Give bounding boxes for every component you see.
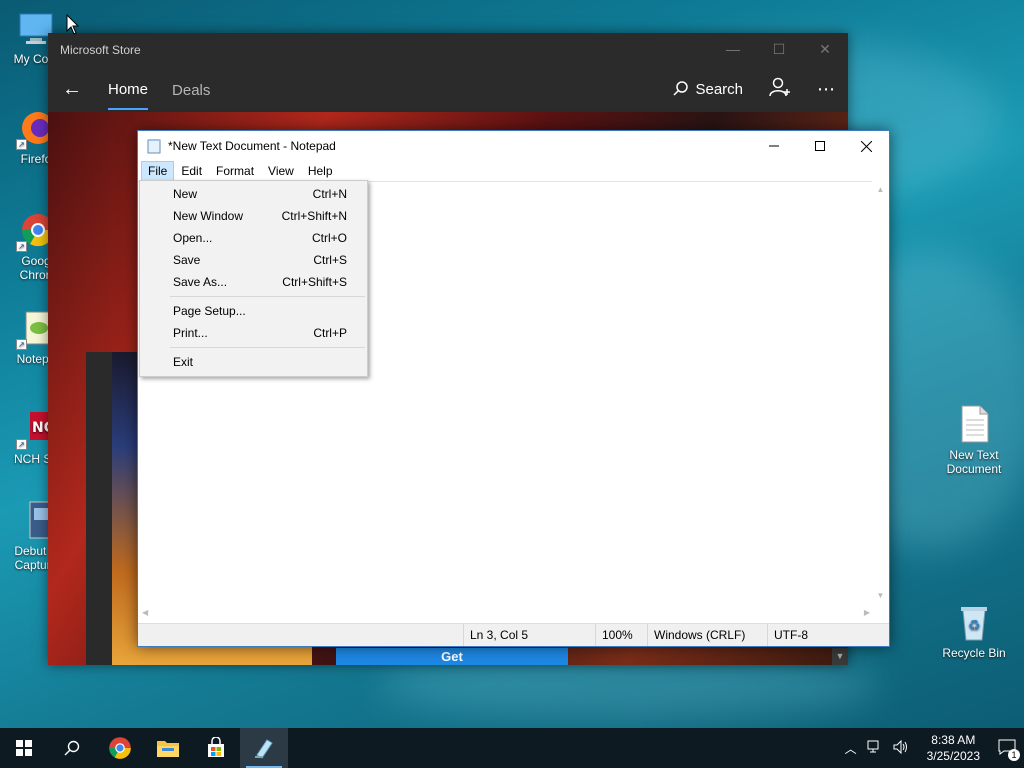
desktop-icon-label: Recycle Bin bbox=[942, 646, 1006, 660]
store-minimize-button[interactable]: — bbox=[710, 41, 756, 58]
store-nav-bar: ← Home Deals Search ⋯ bbox=[48, 66, 848, 112]
store-search-label: Search bbox=[695, 80, 743, 98]
network-icon[interactable] bbox=[867, 740, 883, 757]
notepad-menubar: File Edit Format View Help bbox=[138, 161, 889, 181]
taskbar-microsoft-store[interactable] bbox=[192, 728, 240, 768]
desktop-icon-new-text-document[interactable]: New Text Document bbox=[938, 404, 1010, 476]
scroll-left-icon[interactable]: ◀ bbox=[142, 604, 148, 621]
status-cursor-position: Ln 3, Col 5 bbox=[463, 624, 595, 646]
menu-separator bbox=[170, 347, 365, 348]
account-icon[interactable] bbox=[769, 77, 791, 101]
menu-item-save[interactable]: Save Ctrl+S bbox=[140, 249, 367, 271]
taskbar-search-button[interactable] bbox=[48, 728, 96, 768]
notepad-maximize-button[interactable] bbox=[797, 131, 843, 161]
scroll-up-icon[interactable]: ▲ bbox=[872, 181, 889, 198]
shortcut-arrow-icon: ↗ bbox=[16, 339, 27, 350]
status-encoding: UTF-8 bbox=[767, 624, 877, 646]
store-search-button[interactable]: Search bbox=[673, 81, 743, 98]
store-close-button[interactable]: ✕ bbox=[802, 41, 848, 58]
clock-date: 3/25/2023 bbox=[926, 749, 980, 763]
taskbar-clock[interactable]: 8:38 AM 3/25/2023 bbox=[919, 732, 988, 764]
menu-separator bbox=[170, 296, 365, 297]
menu-file[interactable]: File bbox=[141, 161, 175, 181]
menu-item-save-as[interactable]: Save As... Ctrl+Shift+S bbox=[140, 271, 367, 293]
notepad-icon bbox=[147, 139, 161, 154]
notepad-minimize-button[interactable] bbox=[751, 131, 797, 161]
store-icon bbox=[208, 737, 224, 757]
status-zoom: 100% bbox=[595, 624, 647, 646]
volume-icon[interactable] bbox=[893, 739, 909, 757]
status-bar: Ln 3, Col 5 100% Windows (CRLF) UTF-8 bbox=[138, 623, 889, 646]
store-tab-deals[interactable]: Deals bbox=[172, 70, 210, 109]
taskbar-chrome[interactable] bbox=[96, 728, 144, 768]
scroll-down-icon[interactable]: ▼ bbox=[872, 587, 889, 604]
notification-count-badge: 1 bbox=[1008, 748, 1020, 761]
menu-help[interactable]: Help bbox=[301, 161, 340, 181]
status-line-endings: Windows (CRLF) bbox=[647, 624, 767, 646]
system-tray: ︿ 8:38 AM 3/25/2023 1 bbox=[845, 732, 1024, 764]
taskbar-file-explorer[interactable] bbox=[144, 728, 192, 768]
menu-item-print[interactable]: Print... Ctrl+P bbox=[140, 322, 367, 344]
notepad-icon bbox=[255, 739, 273, 759]
folder-icon bbox=[157, 741, 179, 757]
shortcut-arrow-icon: ↗ bbox=[16, 139, 27, 150]
store-tab-home[interactable]: Home bbox=[108, 69, 149, 110]
chrome-icon bbox=[109, 737, 131, 759]
menu-format[interactable]: Format bbox=[209, 161, 261, 181]
store-get-button[interactable]: Get bbox=[336, 648, 568, 665]
vertical-scrollbar[interactable]: ▲ ▼ bbox=[872, 181, 889, 604]
notepad-close-button[interactable] bbox=[843, 131, 889, 161]
menu-edit[interactable]: Edit bbox=[174, 161, 209, 181]
shortcut-arrow-icon: ↗ bbox=[16, 439, 27, 450]
store-titlebar[interactable]: Microsoft Store — ☐ ✕ bbox=[48, 33, 848, 66]
file-menu-dropdown: New Ctrl+N New Window Ctrl+Shift+N Open...… bbox=[139, 180, 368, 377]
mouse-cursor-icon bbox=[66, 14, 80, 35]
taskbar-notepad[interactable] bbox=[240, 728, 288, 768]
store-maximize-button[interactable]: ☐ bbox=[756, 41, 802, 58]
svg-text:♻: ♻ bbox=[968, 618, 981, 634]
notification-center-icon[interactable]: 1 bbox=[998, 739, 1020, 761]
menu-item-open[interactable]: Open... Ctrl+O bbox=[140, 227, 367, 249]
windows-logo-icon bbox=[16, 740, 32, 756]
notepad-titlebar[interactable]: *New Text Document - Notepad bbox=[138, 131, 889, 161]
menu-item-page-setup[interactable]: Page Setup... bbox=[140, 300, 367, 322]
desktop-icon-recycle-bin[interactable]: ♻ Recycle Bin bbox=[938, 602, 1010, 660]
taskbar: ︿ 8:38 AM 3/25/2023 1 bbox=[0, 728, 1024, 768]
start-button[interactable] bbox=[0, 728, 48, 768]
menu-item-new[interactable]: New Ctrl+N bbox=[140, 183, 367, 205]
scroll-right-icon[interactable]: ▶ bbox=[864, 604, 870, 621]
clock-time: 8:38 AM bbox=[931, 733, 976, 747]
search-icon bbox=[673, 81, 689, 96]
search-icon bbox=[64, 740, 80, 756]
store-scroll-down-icon[interactable]: ▼ bbox=[832, 648, 848, 665]
menu-item-exit[interactable]: Exit bbox=[140, 351, 367, 373]
back-arrow-icon[interactable]: ← bbox=[48, 78, 96, 101]
horizontal-scrollbar[interactable]: ◀ ▶ bbox=[138, 604, 874, 621]
menu-item-new-window[interactable]: New Window Ctrl+Shift+N bbox=[140, 205, 367, 227]
more-options-icon[interactable]: ⋯ bbox=[817, 79, 836, 100]
notepad-window-title: *New Text Document - Notepad bbox=[168, 139, 336, 153]
chevron-up-icon[interactable]: ︿ bbox=[845, 740, 857, 757]
text-file-icon bbox=[954, 404, 994, 444]
shortcut-arrow-icon: ↗ bbox=[16, 241, 27, 252]
store-window-title: Microsoft Store bbox=[60, 42, 141, 57]
recycle-bin-icon: ♻ bbox=[954, 602, 994, 642]
desktop-icon-label: New Text Document bbox=[946, 448, 1002, 476]
menu-view[interactable]: View bbox=[261, 161, 301, 181]
